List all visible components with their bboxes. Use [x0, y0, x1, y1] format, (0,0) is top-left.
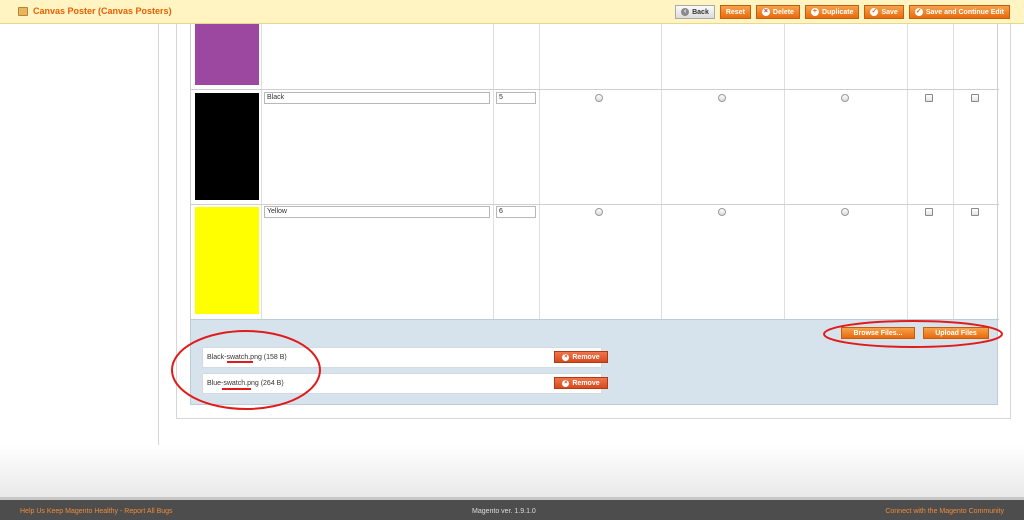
footer-fade: [0, 445, 1024, 497]
queued-file-row: Black-swatch.png (158 B) × Remove: [202, 347, 608, 368]
remove-x-icon: ×: [562, 379, 570, 387]
page-footer: Help Us Keep Magento Healthy - Report Al…: [0, 497, 1024, 520]
page-title-text: Canvas Poster (Canvas Posters): [33, 6, 172, 16]
file-uploader-panel: Browse Files... Upload Files Black-swatc…: [190, 319, 998, 405]
swatch-preview-purple: [195, 24, 259, 85]
swatch-preview-black: [195, 93, 259, 200]
column-divider: [493, 24, 494, 320]
upload-files-button[interactable]: Upload Files: [923, 327, 989, 339]
column-divider: [539, 24, 540, 320]
thumbnail-radio[interactable]: [841, 208, 849, 216]
small-image-radio[interactable]: [718, 94, 726, 102]
page-title: Canvas Poster (Canvas Posters): [18, 6, 172, 16]
swatch-order-input[interactable]: 6: [496, 206, 536, 218]
swatch-order-input[interactable]: 5: [496, 92, 536, 104]
swatch-preview-yellow: [195, 207, 259, 314]
checkmark-icon: ✓: [870, 8, 879, 16]
report-bugs-link[interactable]: Help Us Keep Magento Healthy - Report Al…: [20, 508, 173, 515]
left-sidebar-divider: [158, 24, 159, 445]
remove-checkbox[interactable]: [971, 94, 979, 102]
product-box-icon: [18, 6, 28, 16]
duplicate-button[interactable]: + Duplicate: [804, 5, 860, 19]
action-toolbar: ‹ Back Reset × Delete + Duplicate ✓ Save…: [675, 5, 1010, 19]
checkmark-icon: ✓: [914, 8, 923, 16]
version-text: Magento ver. 1.9.1.0: [472, 508, 536, 515]
column-divider: [784, 24, 785, 320]
exclude-checkbox[interactable]: [925, 94, 933, 102]
save-and-continue-button[interactable]: ✓ Save and Continue Edit: [908, 5, 1010, 19]
swatch-label-input[interactable]: Yellow: [264, 206, 490, 218]
default-image-radio[interactable]: [595, 94, 603, 102]
remove-file-button[interactable]: × Remove: [554, 351, 608, 363]
remove-x-icon: ×: [562, 353, 570, 361]
page-header: Canvas Poster (Canvas Posters) ‹ Back Re…: [0, 0, 1024, 24]
back-button[interactable]: ‹ Back: [675, 5, 715, 19]
column-divider: [953, 24, 954, 320]
reset-button[interactable]: Reset: [719, 5, 751, 19]
thumbnail-radio[interactable]: [841, 94, 849, 102]
swatch-options-table: Black 5 Yellow 6: [190, 24, 999, 320]
default-image-radio[interactable]: [595, 208, 603, 216]
file-name: Blue-swatch.png (264 B): [207, 380, 284, 387]
column-divider: [907, 24, 908, 320]
delete-x-icon: ×: [761, 8, 770, 16]
browse-files-button[interactable]: Browse Files...: [841, 327, 915, 339]
community-link[interactable]: Connect with the Magento Community: [885, 508, 1004, 515]
exclude-checkbox[interactable]: [925, 208, 933, 216]
remove-file-button[interactable]: × Remove: [554, 377, 608, 389]
row-divider: [191, 204, 999, 205]
column-divider: [661, 24, 662, 320]
file-name: Black-swatch.png (158 B): [207, 354, 287, 361]
back-arrow-icon: ‹: [681, 8, 690, 16]
column-divider: [261, 24, 262, 320]
remove-checkbox[interactable]: [971, 208, 979, 216]
save-button[interactable]: ✓ Save: [864, 5, 904, 19]
delete-button[interactable]: × Delete: [755, 5, 800, 19]
queued-file-row: Blue-swatch.png (264 B) × Remove: [202, 373, 608, 394]
plus-icon: +: [810, 8, 819, 16]
swatch-label-input[interactable]: Black: [264, 92, 490, 104]
row-divider: [191, 89, 999, 90]
small-image-radio[interactable]: [718, 208, 726, 216]
